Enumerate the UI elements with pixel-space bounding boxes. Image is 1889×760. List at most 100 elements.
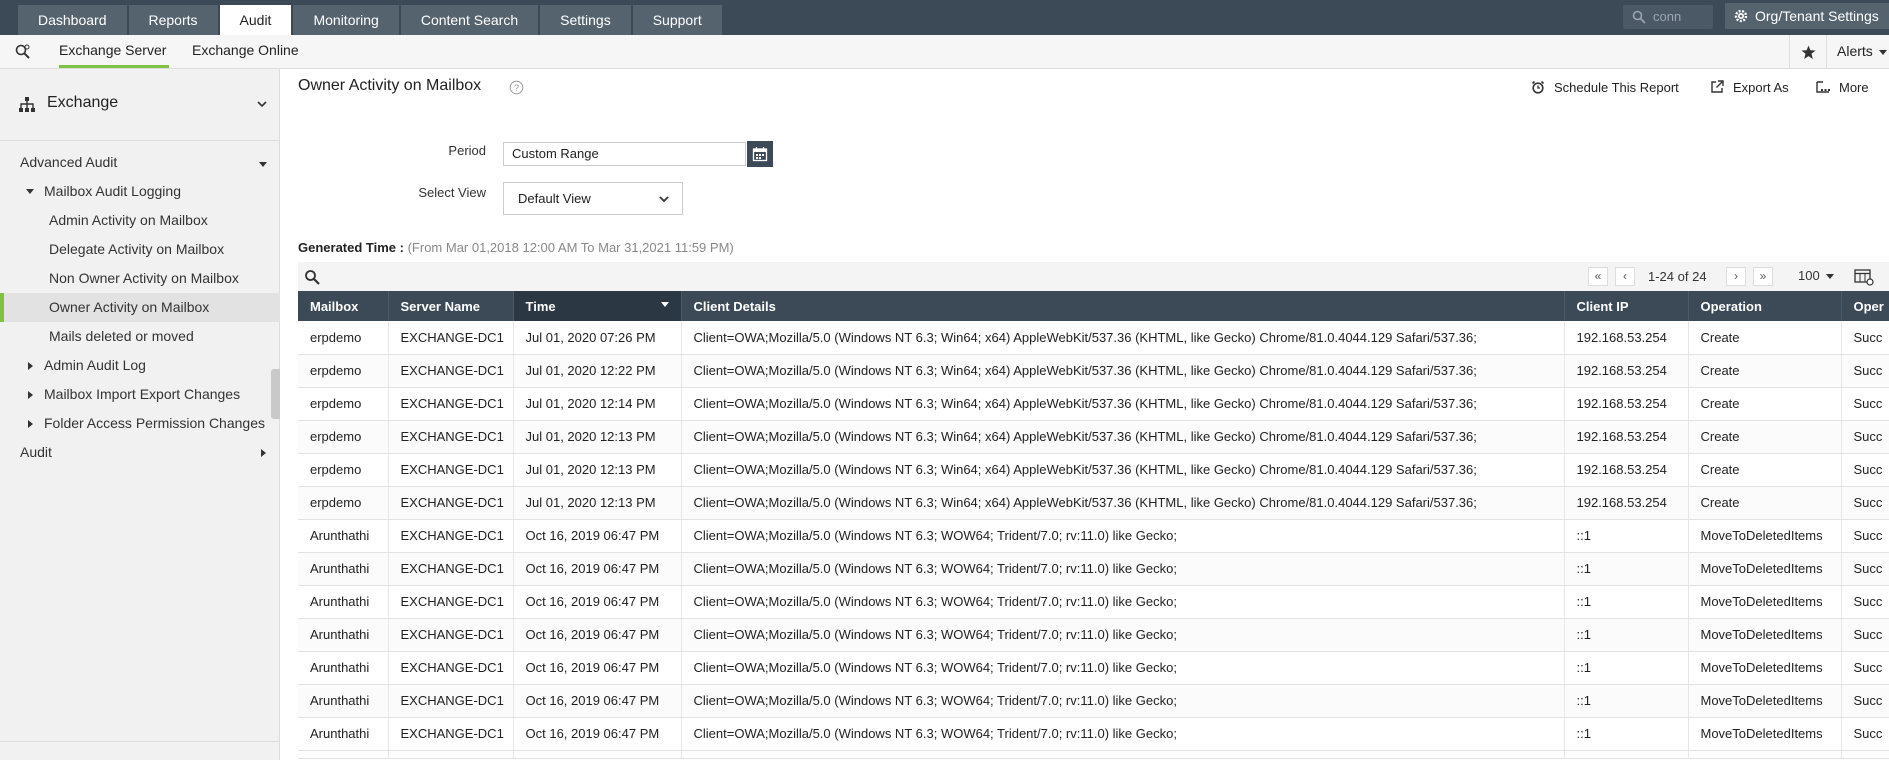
export-as-button[interactable]: Export As [1710, 80, 1789, 95]
sidebar-item-admin-audit-log[interactable]: Admin Audit Log [0, 351, 280, 380]
cell-time: Oct 16, 2019 06:47 PM [513, 684, 682, 718]
column-header-client-details[interactable]: Client Details [681, 291, 1565, 321]
table-row[interactable]: Arunthathi EXCHANGE-DC1 Oct 16, 2019 06:47… [298, 651, 1889, 685]
subtab-exchange-online[interactable]: Exchange Online [192, 35, 299, 68]
cell-operation: MoveToDeletedItems [1688, 684, 1842, 718]
cell-operation: Create [1688, 321, 1842, 355]
tab-dashboard[interactable]: Dashboard [18, 5, 127, 35]
table-row [298, 750, 1889, 759]
cell-operation-result: Succ [1841, 387, 1889, 421]
cell-client-details: Client=OWA;Mozilla/5.0 (Windows NT 6.3; … [681, 453, 1565, 487]
schedule-report-button[interactable]: Schedule This Report [1531, 80, 1679, 95]
cell-mailbox: erpdemo [298, 354, 389, 388]
next-page-button[interactable]: › [1726, 267, 1746, 286]
cell-client-ip: ::1 [1564, 552, 1689, 586]
first-page-button[interactable]: « [1588, 267, 1608, 286]
table-row[interactable]: Arunthathi EXCHANGE-DC1 Oct 16, 2019 06:47… [298, 717, 1889, 751]
view-select[interactable]: Default View [503, 182, 683, 215]
sidebar-header[interactable]: Exchange [0, 69, 280, 141]
cell-operation-result: Succ [1841, 684, 1889, 718]
table-row[interactable]: erpdemo EXCHANGE-DC1 Jul 01, 2020 12:13 PM… [298, 453, 1889, 487]
last-page-button[interactable]: » [1753, 267, 1773, 286]
subtab-exchange-server[interactable]: Exchange Server [59, 35, 169, 68]
table-row[interactable]: Arunthathi EXCHANGE-DC1 Oct 16, 2019 06:47… [298, 552, 1889, 586]
tab-monitoring[interactable]: Monitoring [293, 5, 399, 35]
sidebar-item-mailbox-import-export[interactable]: Mailbox Import Export Changes [0, 380, 280, 409]
sidebar-item-owner-activity[interactable]: Owner Activity on Mailbox [0, 293, 280, 322]
sidebar-item-admin-activity[interactable]: Admin Activity on Mailbox [0, 206, 280, 235]
table-row[interactable]: erpdemo EXCHANGE-DC1 Jul 01, 2020 07:26 PM… [298, 321, 1889, 355]
generated-time-range: (From Mar 01,2018 12:00 AM To Mar 31,202… [407, 240, 734, 255]
more-button[interactable]: More [1816, 80, 1869, 95]
per-page-select[interactable]: 100 [1798, 268, 1834, 283]
column-header-operation-result[interactable]: Oper [1841, 291, 1889, 321]
alarm-clock-icon [1531, 80, 1545, 94]
cell-client-ip: 192.168.53.254 [1564, 453, 1689, 487]
cell-operation-result: Succ [1841, 486, 1889, 520]
alerts-dropdown[interactable]: Alerts [1826, 35, 1889, 69]
cell-server-name: EXCHANGE-DC1 [388, 519, 514, 553]
table-row[interactable]: Arunthathi EXCHANGE-DC1 Oct 16, 2019 06:47… [298, 585, 1889, 619]
sidebar-item-mailbox-audit-logging[interactable]: Mailbox Audit Logging [0, 177, 280, 206]
hierarchy-icon [19, 97, 35, 112]
column-header-client-ip[interactable]: Client IP [1564, 291, 1689, 321]
table-row[interactable]: erpdemo EXCHANGE-DC1 Jul 01, 2020 12:13 PM… [298, 486, 1889, 520]
sidebar-item-label: Owner Activity on Mailbox [49, 299, 210, 315]
cell-operation: Create [1688, 486, 1842, 520]
column-header-time[interactable]: Time [513, 291, 682, 321]
cell-client-details: Client=OWA;Mozilla/5.0 (Windows NT 6.3; … [681, 354, 1565, 388]
tab-audit[interactable]: Audit [219, 5, 292, 35]
search-icon[interactable] [304, 269, 320, 285]
cell-operation-result: Succ [1841, 519, 1889, 553]
table-row[interactable]: Arunthathi EXCHANGE-DC1 Oct 16, 2019 06:47… [298, 519, 1889, 553]
sidebar-item-folder-access-permission[interactable]: Folder Access Permission Changes [0, 409, 280, 438]
per-page-value: 100 [1798, 268, 1820, 283]
table-row[interactable]: Arunthathi EXCHANGE-DC1 Oct 16, 2019 06:47… [298, 684, 1889, 718]
sidebar-item-non-owner-activity[interactable]: Non Owner Activity on Mailbox [0, 264, 280, 293]
caret-down-icon [259, 162, 267, 167]
table-row[interactable]: erpdemo EXCHANGE-DC1 Jul 01, 2020 12:14 PM… [298, 387, 1889, 421]
export-label: Export As [1733, 80, 1789, 95]
org-tenant-settings-button[interactable]: Org/Tenant Settings [1725, 3, 1889, 29]
help-icon[interactable]: ? [509, 80, 524, 95]
cell-mailbox: erpdemo [298, 420, 389, 454]
tab-settings[interactable]: Settings [540, 5, 631, 35]
chevron-down-icon [257, 101, 267, 108]
cell-server-name: EXCHANGE-DC1 [388, 684, 514, 718]
cell-time: Jul 01, 2020 12:14 PM [513, 387, 682, 421]
column-settings-icon[interactable] [1854, 268, 1874, 286]
tab-reports[interactable]: Reports [128, 5, 218, 35]
table-row[interactable]: Arunthathi EXCHANGE-DC1 Oct 16, 2019 06:47… [298, 618, 1889, 652]
table-row[interactable]: erpdemo EXCHANGE-DC1 Jul 01, 2020 12:22 PM… [298, 354, 1889, 388]
column-header-server-name[interactable]: Server Name [388, 291, 514, 321]
caret-down-icon [1826, 274, 1834, 279]
table-cell [1688, 750, 1842, 759]
table-cell [298, 750, 389, 759]
sidebar-item-delegate-activity[interactable]: Delegate Activity on Mailbox [0, 235, 280, 264]
subtab-label: Exchange Server [59, 42, 167, 58]
global-search-input[interactable]: conn [1623, 5, 1713, 29]
search-settings-icon[interactable] [14, 43, 32, 61]
sidebar-collapse-handle[interactable] [271, 369, 280, 419]
sidebar: Exchange Advanced Audit Mailbox Audit Lo… [0, 69, 280, 760]
cell-mailbox: erpdemo [298, 387, 389, 421]
cell-time: Oct 16, 2019 06:47 PM [513, 585, 682, 619]
prev-page-button[interactable]: ‹ [1615, 267, 1635, 286]
sidebar-item-mails-deleted-moved[interactable]: Mails deleted or moved [0, 322, 280, 351]
sidebar-item-audit[interactable]: Audit [0, 438, 280, 467]
generated-time-label: Generated Time : [298, 240, 404, 255]
column-header-mailbox[interactable]: Mailbox [298, 291, 389, 321]
cell-mailbox: Arunthathi [298, 552, 389, 586]
sidebar-item-advanced-audit[interactable]: Advanced Audit [0, 148, 280, 177]
period-input[interactable]: Custom Range [503, 142, 746, 166]
tab-content-search[interactable]: Content Search [400, 5, 539, 35]
date-picker-button[interactable] [747, 141, 773, 167]
column-header-operation[interactable]: Operation [1688, 291, 1842, 321]
cell-client-ip: ::1 [1564, 618, 1689, 652]
cell-operation-result: Succ [1841, 552, 1889, 586]
table-row[interactable]: erpdemo EXCHANGE-DC1 Jul 01, 2020 12:13 PM… [298, 420, 1889, 454]
tab-support[interactable]: Support [632, 5, 722, 35]
favorite-button[interactable] [1789, 35, 1825, 69]
sub-nav-bar: Exchange Server Exchange Online [0, 35, 1889, 69]
caret-right-icon [28, 362, 33, 370]
